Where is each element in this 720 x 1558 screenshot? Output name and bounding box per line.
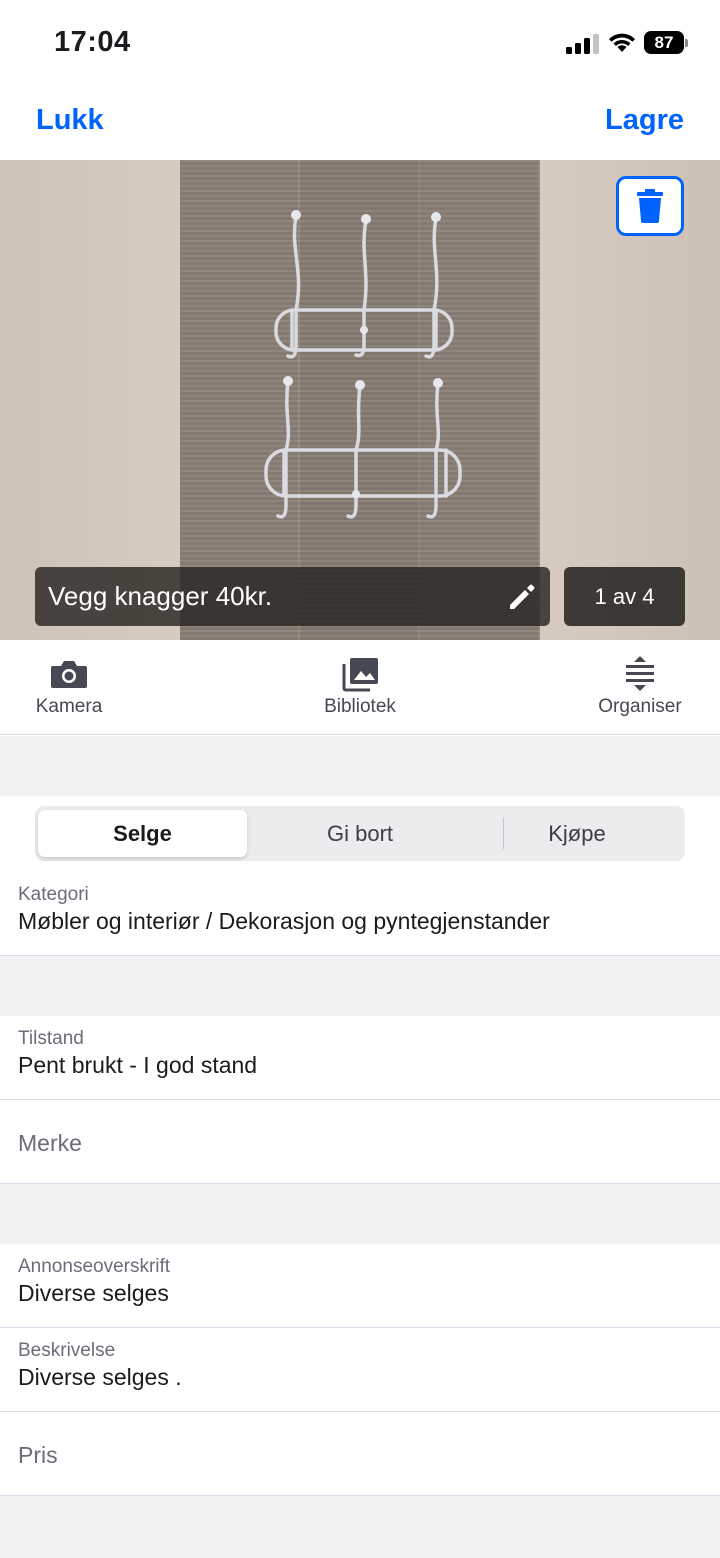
price-placeholder: Pris [18, 1442, 58, 1468]
condition-label: Tilstand [18, 1028, 84, 1049]
headline-value: Diverse selges [18, 1280, 169, 1306]
section-spacer [0, 1496, 720, 1558]
library-label: Bibliotek [324, 696, 396, 717]
save-button[interactable]: Lagre [605, 104, 684, 137]
section-spacer [0, 1184, 720, 1244]
brand-field[interactable]: Merke [0, 1100, 720, 1184]
photo-caption-text: Vegg knagger 40kr. [48, 581, 273, 611]
price-field[interactable]: Pris [0, 1412, 720, 1496]
ad-type-segmented-control: Selge Gi bort Kjøpe [35, 806, 685, 861]
condition-field[interactable]: Tilstand Pent brukt - I god stand [0, 1016, 720, 1100]
category-label: Kategori [18, 884, 89, 905]
pencil-icon[interactable] [506, 581, 538, 613]
category-value: Møbler og interiør / Dekorasjon og pynte… [18, 908, 550, 934]
camera-button[interactable]: Kamera [28, 656, 110, 718]
photo-counter: 1 av 4 [564, 567, 685, 626]
photo-caption[interactable]: Vegg knagger 40kr. [35, 567, 550, 626]
description-field[interactable]: Beskrivelse Diverse selges . [0, 1328, 720, 1412]
organize-button[interactable]: Organiser [592, 656, 688, 718]
segment-buy[interactable]: Kjøpe [473, 810, 681, 857]
section-spacer [0, 956, 720, 1016]
segment-sell[interactable]: Selge [38, 810, 247, 857]
wifi-icon [609, 33, 635, 52]
reorder-icon [626, 656, 654, 691]
photo-toolbar: Kamera Bibliotek Organiser [0, 640, 720, 735]
battery-level: 87 [644, 31, 684, 54]
delete-photo-button[interactable] [616, 176, 684, 236]
headline-field[interactable]: Annonseoverskrift Diverse selges [0, 1244, 720, 1328]
close-button[interactable]: Lukk [36, 104, 104, 137]
battery-icon: 87 [644, 31, 688, 54]
brand-placeholder: Merke [18, 1130, 82, 1156]
status-bar: 17:04 87 [0, 0, 720, 88]
description-value: Diverse selges . [18, 1364, 182, 1390]
segment-give-away[interactable]: Gi bort [255, 810, 465, 857]
section-spacer [0, 736, 720, 796]
description-label: Beskrivelse [18, 1340, 116, 1361]
cellular-signal-icon [566, 34, 599, 54]
library-button[interactable]: Bibliotek [314, 656, 406, 718]
category-field[interactable]: Kategori Møbler og interiør / Dekorasjon… [0, 872, 720, 956]
condition-value: Pent brukt - I god stand [18, 1052, 258, 1078]
organize-label: Organiser [598, 696, 682, 717]
camera-icon [51, 661, 87, 688]
status-time: 17:04 [54, 26, 131, 58]
camera-label: Kamera [35, 696, 103, 717]
headline-label: Annonseoverskrift [18, 1256, 171, 1277]
trash-icon [637, 189, 663, 223]
photo-library-icon [342, 658, 378, 692]
